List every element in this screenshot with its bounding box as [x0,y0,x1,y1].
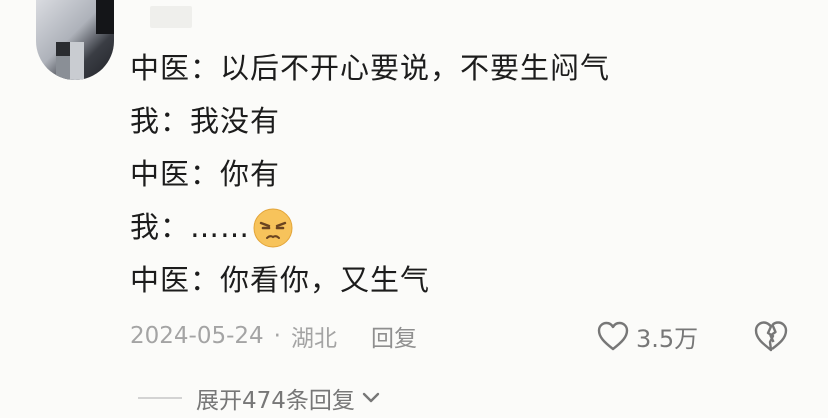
meta-separator: · [273,323,281,349]
comment-location: 湖北 [290,326,337,352]
divider-line [138,397,182,399]
chevron-down-icon [362,392,380,403]
avatar[interactable] [36,0,114,80]
comment-line: 我：我没有 [130,104,281,138]
comment-meta: 2024-05-24 · 湖北 回复 [130,318,417,354]
comment-line: 中医：你有 [130,157,281,191]
comment-line: 中医：以后不开心要说，不要生闷气 [130,51,611,85]
reply-button[interactable]: 回复 [371,319,417,353]
like-button[interactable]: 3.5万 [596,316,698,356]
annoyed-face-emoji-icon [253,208,293,247]
comment-line: 中医：你看你，又生气 [130,263,431,297]
username-placeholder[interactable] [150,6,192,28]
comment-body: 中医：以后不开心要说，不要生闷气 我：我没有 中医：你有 我：…… 中医：你看你… [130,42,610,307]
broken-heart-icon[interactable] [752,318,790,354]
comment-line-with-emoji: 我：…… [130,201,610,254]
comment-date: 2024-05-24 [130,323,264,349]
comment-line-text: 我：…… [130,210,251,244]
expand-replies-button[interactable]: 展开474条回复 [138,380,381,416]
like-count: 3.5万 [636,324,699,353]
heart-outline-icon [597,321,629,351]
expand-replies-label: 展开474条回复 [196,388,355,414]
